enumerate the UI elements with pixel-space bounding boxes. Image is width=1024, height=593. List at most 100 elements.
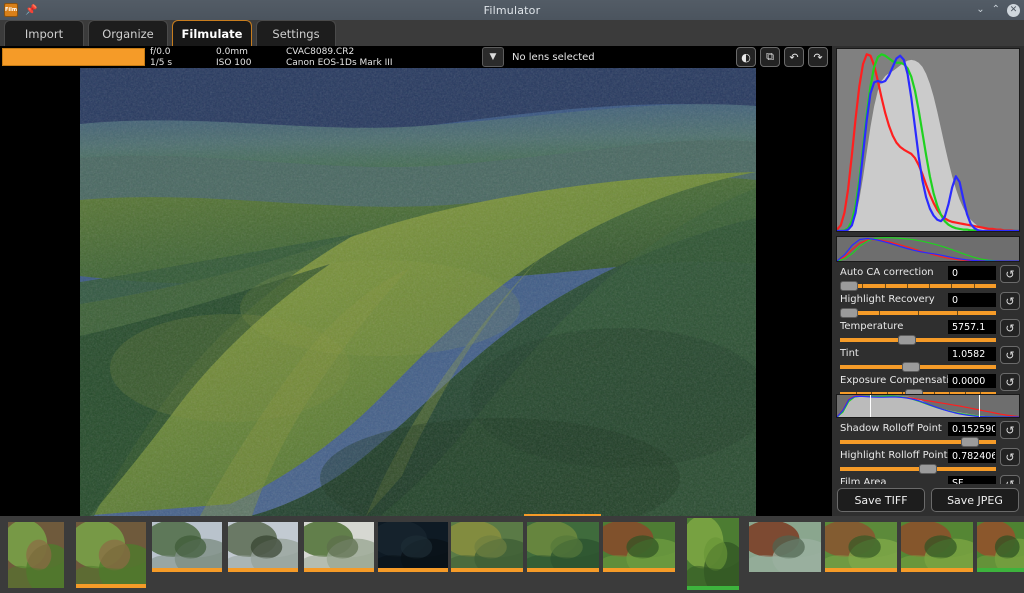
close-icon[interactable]: ✕	[1007, 4, 1020, 17]
tab-settings[interactable]: Settings	[256, 20, 336, 46]
thumbnail-rating-bar	[76, 584, 146, 588]
slider-value-field[interactable]: 0.782406	[948, 449, 996, 463]
reset-icon[interactable]: ↺	[1000, 319, 1020, 337]
filmstrip-thumbnail[interactable]	[603, 522, 675, 572]
slider-row: Tint1.0582↺	[832, 347, 1024, 374]
thumbnail-image-hillside-autumn	[451, 522, 523, 572]
save-jpeg-button[interactable]: Save JPEG	[931, 488, 1019, 512]
thumbnail-image-nest-leaves	[687, 518, 739, 590]
filmstrip[interactable]	[0, 516, 1024, 593]
reset-icon[interactable]: ↺	[1000, 373, 1020, 391]
slider-tick	[974, 284, 975, 288]
iso-value: ISO 100	[216, 58, 272, 69]
slider-value-field[interactable]: 0.0000	[948, 374, 996, 388]
slider-tick	[918, 311, 919, 315]
filmstrip-thumbnail[interactable]	[378, 522, 448, 572]
reset-icon[interactable]: ↺	[1000, 292, 1020, 310]
slider-value-field[interactable]: 0.152590	[948, 422, 996, 436]
slider-handle[interactable]	[902, 362, 920, 372]
crop-icon[interactable]: ⧉	[760, 47, 780, 67]
thumbnail-image-robin-nest-4	[977, 522, 1024, 572]
reset-icon[interactable]: ↺	[1000, 346, 1020, 364]
focal-length-value: 0.0mm	[216, 47, 272, 58]
slider-tick	[957, 311, 958, 315]
processing-progress-bar	[2, 48, 145, 66]
icon-glyph: ↶	[789, 51, 798, 64]
chevron-down-icon[interactable]: ▼	[482, 47, 504, 67]
icon-glyph: ↷	[813, 51, 822, 64]
filmstrip-thumbnail[interactable]	[977, 522, 1024, 572]
preview-photo[interactable]	[80, 68, 756, 516]
slider-track[interactable]	[840, 311, 996, 315]
thumbnail-image-seedling-tray	[8, 522, 64, 588]
thumbnail-image-house-eave	[304, 522, 374, 572]
thumbnail-image-tree-sky	[152, 522, 222, 572]
slider-track[interactable]	[840, 467, 996, 471]
slider-value-field[interactable]: 0	[948, 293, 996, 307]
tab-filmulate[interactable]: Filmulate	[172, 20, 252, 46]
filmstrip-thumbnail[interactable]	[749, 522, 821, 572]
slider-value-field[interactable]: 1.0582	[948, 347, 996, 361]
photo-svg	[80, 68, 756, 516]
slider-handle[interactable]	[898, 335, 916, 345]
tab-bar: Import Organize Filmulate Settings	[0, 20, 1024, 46]
reset-icon[interactable]: ↺	[1000, 448, 1020, 466]
save-tiff-button[interactable]: Save TIFF	[837, 488, 925, 512]
slider-handle[interactable]	[961, 437, 979, 447]
contrast-icon[interactable]: ◐	[736, 47, 756, 67]
slider-handle[interactable]	[840, 281, 858, 291]
slider-track[interactable]	[840, 338, 996, 342]
tone-curve-histogram[interactable]	[836, 394, 1020, 418]
slider-track[interactable]	[840, 284, 996, 288]
thumbnail-rating-bar	[901, 568, 973, 572]
thumbnail-image-robin-nest	[603, 522, 675, 572]
tab-label: Settings	[272, 27, 319, 41]
metadata-file-camera: CVAC8089.CR2 Canon EOS-1Ds Mark III	[286, 47, 393, 68]
thumbnail-image-seedling-tray	[76, 522, 146, 588]
filmstrip-thumbnail[interactable]	[901, 522, 973, 572]
slider-value-field[interactable]: 5757.1	[948, 320, 996, 334]
thumbnail-rating-bar	[152, 568, 222, 572]
filmstrip-thumbnail[interactable]	[76, 522, 146, 588]
filmstrip-thumbnail[interactable]	[687, 518, 739, 590]
thumbnail-rating-bar	[304, 568, 374, 572]
slider-handle[interactable]	[840, 308, 858, 318]
slider-tick	[862, 284, 863, 288]
thumbnail-image-dark-field	[378, 522, 448, 572]
slider-row: Highlight Rolloff Point0.782406↺	[832, 449, 1024, 476]
lens-selector[interactable]: ▼ No lens selected	[482, 47, 595, 67]
minimize-button[interactable]: ⌄	[976, 5, 984, 15]
icon-glyph: ◐	[741, 51, 751, 64]
filmstrip-thumbnail[interactable]	[152, 522, 222, 572]
reset-icon[interactable]: ↺	[1000, 421, 1020, 439]
rotate-right-icon[interactable]: ↷	[808, 47, 828, 67]
tab-label: Organize	[102, 27, 154, 41]
tone-rolloff-marker[interactable]	[979, 395, 980, 417]
thumbnail-rating-bar	[825, 568, 897, 572]
slider-value-field[interactable]: 0	[948, 266, 996, 280]
slider-tick	[907, 284, 908, 288]
tone-rolloff-marker[interactable]	[870, 395, 871, 417]
rotate-left-icon[interactable]: ↶	[784, 47, 804, 67]
metadata-columns: f/0.0 1/5 s 0.0mm ISO 100 CVAC8089.CR2 C…	[150, 47, 407, 68]
filmstrip-thumbnail[interactable]	[228, 522, 298, 572]
filmstrip-thumbnail[interactable]	[527, 522, 599, 572]
image-tool-buttons: ◐ ⧉ ↶ ↷	[736, 47, 828, 67]
reset-icon[interactable]: ↺	[1000, 265, 1020, 283]
slider-track[interactable]	[840, 440, 996, 444]
filmstrip-thumbnail[interactable]	[451, 522, 523, 572]
filmstrip-thumbnail[interactable]	[8, 522, 64, 588]
tab-organize[interactable]: Organize	[88, 20, 168, 46]
slider-tick	[929, 284, 930, 288]
filmstrip-thumbnail[interactable]	[825, 522, 897, 572]
maximize-button[interactable]: ⌃	[992, 5, 1000, 15]
slider-handle[interactable]	[919, 464, 937, 474]
post-filmulation-histogram	[836, 48, 1020, 232]
tab-import[interactable]: Import	[4, 20, 84, 46]
slider-track[interactable]	[840, 365, 996, 369]
image-canvas[interactable]	[0, 68, 832, 516]
editing-panel: Auto CA correction0↺Highlight Recovery0↺…	[832, 46, 1024, 516]
filmstrip-thumbnail[interactable]	[304, 522, 374, 572]
thumbnail-image-hillside-green	[527, 522, 599, 572]
metadata-lens-iso: 0.0mm ISO 100	[216, 47, 272, 68]
